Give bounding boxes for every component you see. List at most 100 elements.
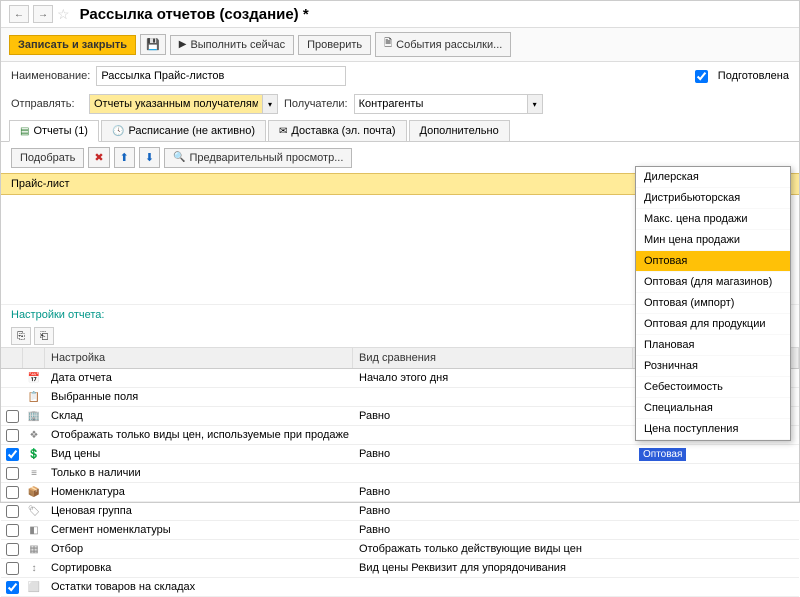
dropdown-item[interactable]: Специальная (636, 398, 790, 419)
chevron-down-icon[interactable]: ▾ (262, 94, 278, 114)
prepared-checkbox[interactable] (695, 70, 708, 83)
dropdown-item[interactable]: Оптовая (импорт) (636, 293, 790, 314)
table-row[interactable]: ▦ОтборОтображать только действующие виды… (1, 540, 799, 559)
row-compare: Вид цены Реквизит для упорядочивания (353, 560, 633, 576)
save-button[interactable]: 💾 (140, 34, 166, 55)
row-checkbox[interactable] (6, 524, 19, 537)
move-up-button[interactable]: ⬆ (114, 147, 135, 168)
dropdown-item[interactable]: Оптовая (636, 251, 790, 272)
check-button[interactable]: Проверить (298, 35, 371, 55)
tab-additional[interactable]: Дополнительно (409, 120, 510, 141)
nav-fwd[interactable]: → (33, 5, 53, 23)
pick-button[interactable]: Подобрать (11, 148, 84, 168)
row-label: Номенклатура (45, 484, 353, 500)
row-checkbox[interactable] (6, 543, 19, 556)
play-icon: ▶ (179, 39, 187, 50)
save-close-button[interactable]: Записать и закрыть (9, 35, 136, 55)
events-button[interactable]: 🗎События рассылки... (375, 32, 511, 57)
row-label: Дата отчета (45, 370, 353, 386)
table-row[interactable]: 🏷Ценовая группаРавно (1, 502, 799, 521)
star-icon[interactable]: ☆ (57, 6, 70, 23)
row-icon: 📅 (28, 373, 40, 384)
row-icon: ❖ (30, 430, 39, 441)
send-select[interactable] (89, 94, 262, 114)
row-value[interactable] (633, 547, 799, 551)
row-checkbox[interactable] (6, 467, 19, 480)
row-compare (353, 471, 633, 475)
send-label: Отправлять: (11, 98, 83, 110)
row-compare (353, 585, 633, 589)
table-row[interactable]: ↕СортировкаВид цены Реквизит для упорядо… (1, 559, 799, 578)
row-value[interactable] (633, 585, 799, 589)
dropdown-item[interactable]: Макс. цена продажи (636, 209, 790, 230)
magnifier-icon: 🔍 (173, 152, 185, 163)
prepared-label: Подготовлена (718, 70, 789, 82)
row-icon: ◧ (29, 525, 38, 536)
table-row[interactable]: 💲Вид ценыРавноОптовая (1, 445, 799, 464)
row-icon: ⬜ (28, 582, 40, 593)
row-label: Отображать только виды цен, используемые… (45, 427, 353, 443)
dropdown-item[interactable]: Цена поступления (636, 419, 790, 440)
row-compare (353, 433, 633, 437)
table-row[interactable]: ◧Сегмент номенклатурыРавно (1, 521, 799, 540)
row-icon: ↕ (32, 563, 37, 574)
tab-delivery[interactable]: ✉Доставка (эл. почта) (268, 120, 407, 141)
row-checkbox[interactable] (6, 429, 19, 442)
table-row[interactable]: 📦НоменклатураРавно (1, 483, 799, 502)
row-compare: Отображать только действующие виды цен (353, 541, 633, 557)
settings-btn-2[interactable]: ⎗ (34, 327, 54, 345)
preview-button[interactable]: 🔍Предварительный просмотр... (164, 148, 352, 168)
row-value[interactable] (633, 566, 799, 570)
tab-reports[interactable]: ▤Отчеты (1) (9, 120, 99, 142)
row-checkbox[interactable] (6, 448, 19, 461)
row-compare: Равно (353, 503, 633, 519)
row-value[interactable]: Оптовая (633, 446, 799, 463)
row-label: Только в наличии (45, 465, 353, 481)
row-label: Склад (45, 408, 353, 424)
row-label: Выбранные поля (45, 389, 353, 405)
row-checkbox[interactable] (6, 562, 19, 575)
recipients-select[interactable] (354, 94, 527, 114)
dropdown-item[interactable]: Мин цена продажи (636, 230, 790, 251)
dropdown-item[interactable]: Себестоимость (636, 377, 790, 398)
row-label: Ценовая группа (45, 503, 353, 519)
row-checkbox[interactable] (6, 505, 19, 518)
row-compare: Равно (353, 446, 633, 462)
price-type-dropdown[interactable]: ДилерскаяДистрибьюторскаяМакс. цена прод… (635, 166, 791, 441)
page-title: Рассылка отчетов (создание) * (80, 6, 309, 23)
row-value[interactable] (633, 528, 799, 532)
row-checkbox[interactable] (6, 486, 19, 499)
col-compare: Вид сравнения (353, 348, 633, 368)
run-now-button[interactable]: ▶Выполнить сейчас (170, 35, 294, 55)
row-icon: ▦ (29, 544, 38, 555)
row-compare (353, 395, 633, 399)
move-down-button[interactable]: ⬇ (139, 147, 160, 168)
dropdown-item[interactable]: Розничная (636, 356, 790, 377)
row-compare: Равно (353, 484, 633, 500)
settings-btn-1[interactable]: ⎘ (11, 327, 31, 345)
row-checkbox[interactable] (6, 410, 19, 423)
name-input[interactable] (96, 66, 346, 86)
row-compare: Равно (353, 522, 633, 538)
row-checkbox[interactable] (6, 581, 19, 594)
row-label: Остатки товаров на складах (45, 579, 353, 595)
table-row[interactable]: ≡Только в наличии (1, 464, 799, 483)
row-icon: 📋 (28, 392, 40, 403)
chevron-down-icon[interactable]: ▾ (527, 94, 543, 114)
table-row[interactable]: ⬜ Остатки товаров на складах (1, 578, 799, 597)
dropdown-item[interactable]: Плановая (636, 335, 790, 356)
dropdown-item[interactable]: Оптовая для продукции (636, 314, 790, 335)
mail-icon: ✉ (279, 126, 287, 137)
tab-schedule[interactable]: 🕓Расписание (не активно) (101, 120, 266, 141)
remove-button[interactable]: ✖ (88, 147, 109, 168)
dropdown-item[interactable]: Дистрибьюторская (636, 188, 790, 209)
clock-icon: 🕓 (112, 126, 124, 137)
row-value[interactable] (633, 471, 799, 475)
log-icon: 🗎 (384, 36, 392, 53)
nav-back[interactable]: ← (9, 5, 29, 23)
row-value[interactable] (633, 509, 799, 513)
dropdown-item[interactable]: Дилерская (636, 167, 790, 188)
col-setting: Настройка (45, 348, 353, 368)
dropdown-item[interactable]: Оптовая (для магазинов) (636, 272, 790, 293)
row-value[interactable] (633, 490, 799, 494)
